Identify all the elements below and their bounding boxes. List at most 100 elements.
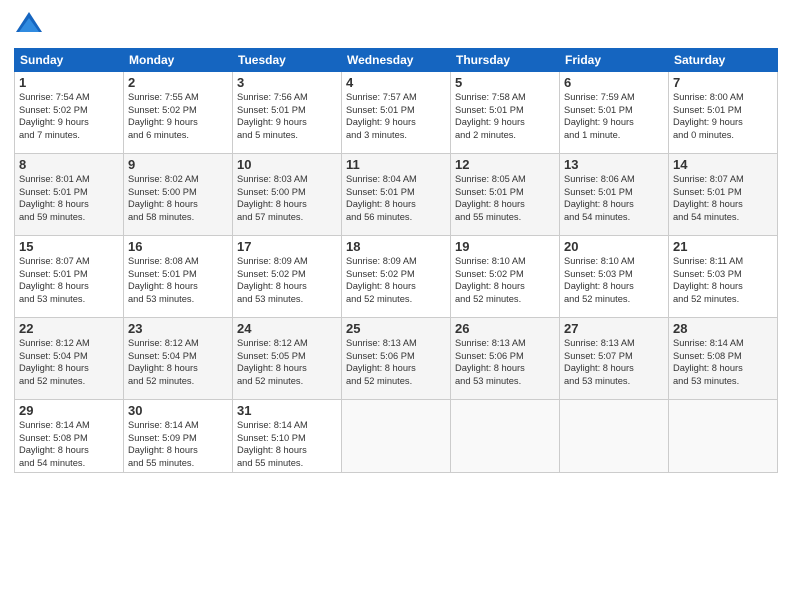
day-number: 10: [237, 157, 337, 172]
calendar-cell: 15Sunrise: 8:07 AMSunset: 5:01 PMDayligh…: [15, 236, 124, 318]
cell-text: Sunrise: 8:01 AMSunset: 5:01 PMDaylight:…: [19, 173, 119, 223]
calendar-cell: 28Sunrise: 8:14 AMSunset: 5:08 PMDayligh…: [669, 318, 778, 400]
logo: [14, 10, 48, 40]
cell-text: Sunrise: 8:09 AMSunset: 5:02 PMDaylight:…: [346, 255, 446, 305]
calendar-cell: 1Sunrise: 7:54 AMSunset: 5:02 PMDaylight…: [15, 72, 124, 154]
day-number: 16: [128, 239, 228, 254]
calendar: SundayMondayTuesdayWednesdayThursdayFrid…: [14, 48, 778, 473]
calendar-cell: 17Sunrise: 8:09 AMSunset: 5:02 PMDayligh…: [233, 236, 342, 318]
col-header-sunday: Sunday: [15, 49, 124, 72]
day-number: 27: [564, 321, 664, 336]
cell-text: Sunrise: 7:59 AMSunset: 5:01 PMDaylight:…: [564, 91, 664, 141]
col-header-thursday: Thursday: [451, 49, 560, 72]
cell-text: Sunrise: 8:06 AMSunset: 5:01 PMDaylight:…: [564, 173, 664, 223]
page: SundayMondayTuesdayWednesdayThursdayFrid…: [0, 0, 792, 612]
calendar-cell: 14Sunrise: 8:07 AMSunset: 5:01 PMDayligh…: [669, 154, 778, 236]
cell-text: Sunrise: 8:10 AMSunset: 5:02 PMDaylight:…: [455, 255, 555, 305]
calendar-cell: 6Sunrise: 7:59 AMSunset: 5:01 PMDaylight…: [560, 72, 669, 154]
day-number: 8: [19, 157, 119, 172]
cell-text: Sunrise: 8:14 AMSunset: 5:08 PMDaylight:…: [19, 419, 119, 469]
cell-text: Sunrise: 8:08 AMSunset: 5:01 PMDaylight:…: [128, 255, 228, 305]
cell-text: Sunrise: 8:05 AMSunset: 5:01 PMDaylight:…: [455, 173, 555, 223]
cell-text: Sunrise: 8:12 AMSunset: 5:04 PMDaylight:…: [128, 337, 228, 387]
day-number: 2: [128, 75, 228, 90]
cell-text: Sunrise: 8:10 AMSunset: 5:03 PMDaylight:…: [564, 255, 664, 305]
calendar-cell: 21Sunrise: 8:11 AMSunset: 5:03 PMDayligh…: [669, 236, 778, 318]
day-number: 19: [455, 239, 555, 254]
day-number: 20: [564, 239, 664, 254]
calendar-week-4: 22Sunrise: 8:12 AMSunset: 5:04 PMDayligh…: [15, 318, 778, 400]
day-number: 17: [237, 239, 337, 254]
calendar-week-5: 29Sunrise: 8:14 AMSunset: 5:08 PMDayligh…: [15, 400, 778, 473]
logo-icon: [14, 10, 44, 40]
calendar-cell: 22Sunrise: 8:12 AMSunset: 5:04 PMDayligh…: [15, 318, 124, 400]
col-header-monday: Monday: [124, 49, 233, 72]
day-number: 14: [673, 157, 773, 172]
day-number: 28: [673, 321, 773, 336]
cell-text: Sunrise: 8:12 AMSunset: 5:05 PMDaylight:…: [237, 337, 337, 387]
calendar-cell: 11Sunrise: 8:04 AMSunset: 5:01 PMDayligh…: [342, 154, 451, 236]
cell-text: Sunrise: 8:14 AMSunset: 5:08 PMDaylight:…: [673, 337, 773, 387]
cell-text: Sunrise: 7:58 AMSunset: 5:01 PMDaylight:…: [455, 91, 555, 141]
day-number: 31: [237, 403, 337, 418]
day-number: 23: [128, 321, 228, 336]
calendar-cell: [451, 400, 560, 473]
cell-text: Sunrise: 8:14 AMSunset: 5:10 PMDaylight:…: [237, 419, 337, 469]
day-number: 12: [455, 157, 555, 172]
col-header-friday: Friday: [560, 49, 669, 72]
calendar-cell: 29Sunrise: 8:14 AMSunset: 5:08 PMDayligh…: [15, 400, 124, 473]
day-number: 18: [346, 239, 446, 254]
cell-text: Sunrise: 8:00 AMSunset: 5:01 PMDaylight:…: [673, 91, 773, 141]
cell-text: Sunrise: 8:14 AMSunset: 5:09 PMDaylight:…: [128, 419, 228, 469]
day-number: 26: [455, 321, 555, 336]
day-number: 9: [128, 157, 228, 172]
calendar-week-1: 1Sunrise: 7:54 AMSunset: 5:02 PMDaylight…: [15, 72, 778, 154]
day-number: 11: [346, 157, 446, 172]
calendar-cell: 10Sunrise: 8:03 AMSunset: 5:00 PMDayligh…: [233, 154, 342, 236]
day-number: 6: [564, 75, 664, 90]
calendar-cell: 23Sunrise: 8:12 AMSunset: 5:04 PMDayligh…: [124, 318, 233, 400]
calendar-cell: 8Sunrise: 8:01 AMSunset: 5:01 PMDaylight…: [15, 154, 124, 236]
calendar-cell: [669, 400, 778, 473]
cell-text: Sunrise: 8:12 AMSunset: 5:04 PMDaylight:…: [19, 337, 119, 387]
cell-text: Sunrise: 7:57 AMSunset: 5:01 PMDaylight:…: [346, 91, 446, 141]
calendar-cell: 18Sunrise: 8:09 AMSunset: 5:02 PMDayligh…: [342, 236, 451, 318]
day-number: 15: [19, 239, 119, 254]
calendar-cell: 13Sunrise: 8:06 AMSunset: 5:01 PMDayligh…: [560, 154, 669, 236]
calendar-cell: [560, 400, 669, 473]
calendar-cell: 4Sunrise: 7:57 AMSunset: 5:01 PMDaylight…: [342, 72, 451, 154]
day-number: 24: [237, 321, 337, 336]
calendar-week-3: 15Sunrise: 8:07 AMSunset: 5:01 PMDayligh…: [15, 236, 778, 318]
cell-text: Sunrise: 8:04 AMSunset: 5:01 PMDaylight:…: [346, 173, 446, 223]
day-number: 22: [19, 321, 119, 336]
calendar-cell: [342, 400, 451, 473]
calendar-cell: 31Sunrise: 8:14 AMSunset: 5:10 PMDayligh…: [233, 400, 342, 473]
header: [14, 10, 778, 40]
cell-text: Sunrise: 8:02 AMSunset: 5:00 PMDaylight:…: [128, 173, 228, 223]
calendar-cell: 25Sunrise: 8:13 AMSunset: 5:06 PMDayligh…: [342, 318, 451, 400]
calendar-week-2: 8Sunrise: 8:01 AMSunset: 5:01 PMDaylight…: [15, 154, 778, 236]
cell-text: Sunrise: 7:56 AMSunset: 5:01 PMDaylight:…: [237, 91, 337, 141]
calendar-cell: 7Sunrise: 8:00 AMSunset: 5:01 PMDaylight…: [669, 72, 778, 154]
calendar-cell: 5Sunrise: 7:58 AMSunset: 5:01 PMDaylight…: [451, 72, 560, 154]
cell-text: Sunrise: 8:13 AMSunset: 5:06 PMDaylight:…: [346, 337, 446, 387]
cell-text: Sunrise: 8:09 AMSunset: 5:02 PMDaylight:…: [237, 255, 337, 305]
cell-text: Sunrise: 8:13 AMSunset: 5:06 PMDaylight:…: [455, 337, 555, 387]
calendar-cell: 9Sunrise: 8:02 AMSunset: 5:00 PMDaylight…: [124, 154, 233, 236]
col-header-saturday: Saturday: [669, 49, 778, 72]
cell-text: Sunrise: 7:55 AMSunset: 5:02 PMDaylight:…: [128, 91, 228, 141]
calendar-cell: 30Sunrise: 8:14 AMSunset: 5:09 PMDayligh…: [124, 400, 233, 473]
day-number: 5: [455, 75, 555, 90]
day-number: 29: [19, 403, 119, 418]
day-number: 1: [19, 75, 119, 90]
day-number: 21: [673, 239, 773, 254]
cell-text: Sunrise: 8:03 AMSunset: 5:00 PMDaylight:…: [237, 173, 337, 223]
calendar-cell: 24Sunrise: 8:12 AMSunset: 5:05 PMDayligh…: [233, 318, 342, 400]
calendar-cell: 20Sunrise: 8:10 AMSunset: 5:03 PMDayligh…: [560, 236, 669, 318]
col-header-tuesday: Tuesday: [233, 49, 342, 72]
col-header-wednesday: Wednesday: [342, 49, 451, 72]
day-number: 25: [346, 321, 446, 336]
day-number: 3: [237, 75, 337, 90]
cell-text: Sunrise: 8:11 AMSunset: 5:03 PMDaylight:…: [673, 255, 773, 305]
day-number: 4: [346, 75, 446, 90]
